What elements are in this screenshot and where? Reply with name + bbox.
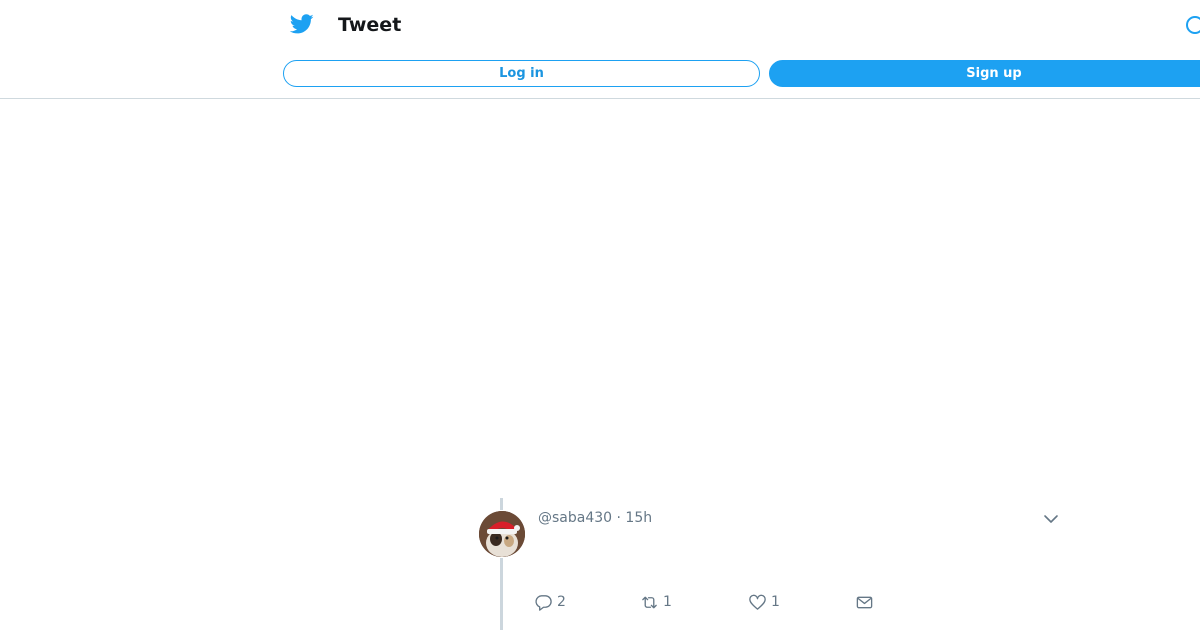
top-header: Tweet Log in Sign up: [0, 0, 1200, 99]
tweet-time[interactable]: 15h: [625, 510, 652, 526]
retweet-icon: [640, 593, 663, 612]
like-button[interactable]: 1: [748, 592, 780, 612]
thread-line-top: [500, 498, 503, 510]
avatar[interactable]: [479, 511, 525, 557]
signup-button[interactable]: Sign up: [769, 60, 1200, 87]
tweet-meta: @saba430 · 15h: [538, 508, 652, 528]
retweet-count: 1: [663, 594, 672, 610]
retweet-button[interactable]: 1: [640, 592, 672, 612]
login-button[interactable]: Log in: [283, 60, 760, 87]
thread-line-bottom: [500, 558, 503, 630]
reply-icon: [534, 593, 557, 612]
search-icon[interactable]: [1184, 14, 1200, 36]
reply-count: 2: [557, 594, 566, 610]
envelope-icon: [855, 593, 878, 612]
like-count: 1: [771, 594, 780, 610]
direct-message-button[interactable]: [855, 592, 878, 612]
chevron-down-icon[interactable]: [1042, 510, 1060, 528]
twitter-bird-icon[interactable]: [289, 12, 315, 36]
page-title: Tweet: [338, 14, 402, 36]
heart-icon: [748, 593, 771, 612]
tweet-handle[interactable]: @saba430: [538, 510, 612, 526]
reply-button[interactable]: 2: [534, 592, 566, 612]
meta-separator: ·: [616, 510, 621, 526]
